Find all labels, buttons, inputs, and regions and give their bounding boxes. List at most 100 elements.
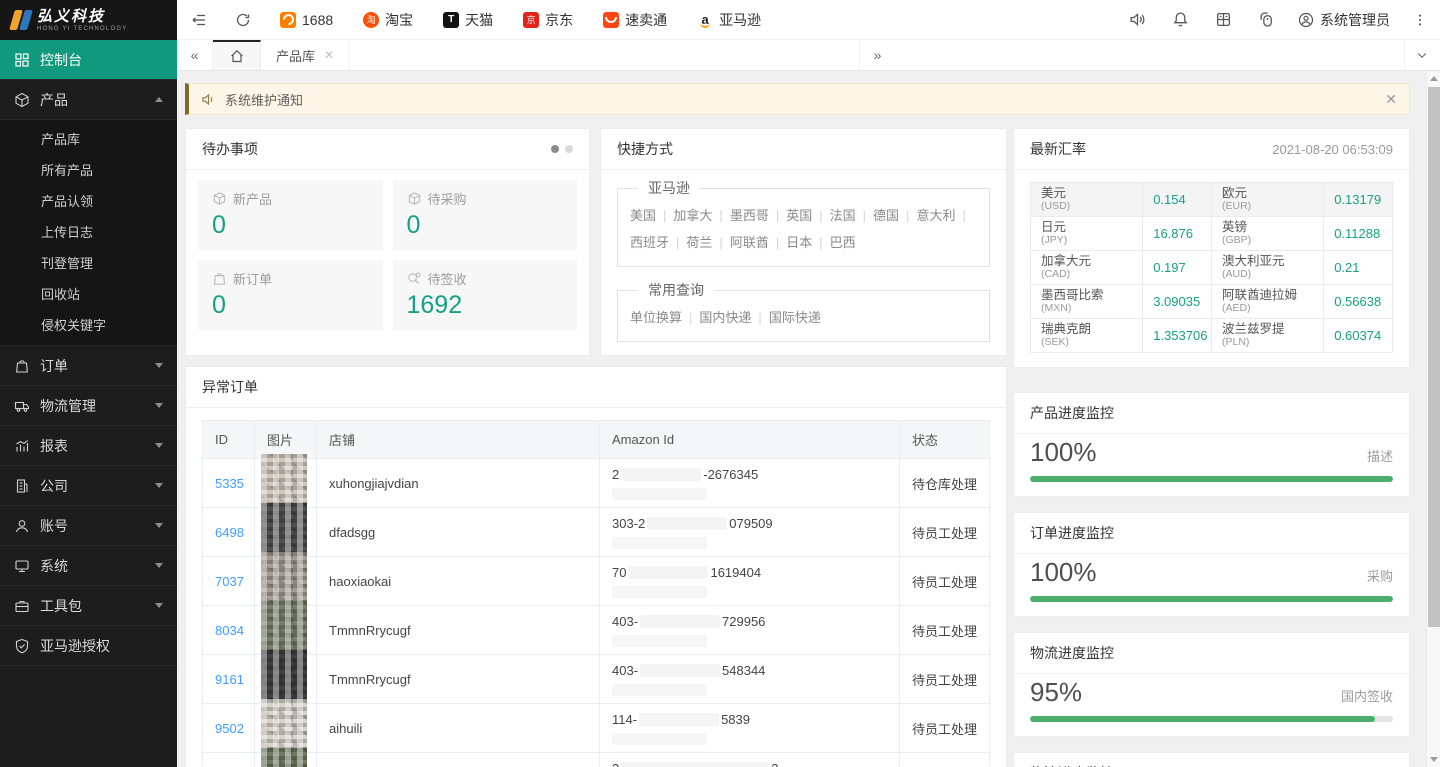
progress-percent: 95% xyxy=(1030,677,1082,708)
sidebar-item-product-library[interactable]: 产品库 xyxy=(0,124,177,155)
shortcut-link[interactable]: 西班牙 xyxy=(630,235,669,250)
sidebar-item-system[interactable]: 系统 xyxy=(0,546,177,586)
marketplace-link-1688[interactable]: 1688 xyxy=(265,0,348,40)
redacted-block xyxy=(639,713,719,726)
marketplace-link-amazon[interactable]: a 亚马逊 xyxy=(682,0,776,40)
currency-name: 英镑 xyxy=(1222,220,1313,234)
sidebar: 弘义科技 HONG YI TECHNOLOGY 控制台 产品 产品库 所有产品 … xyxy=(0,0,177,767)
shop-name: TmmnRrycugf xyxy=(329,672,411,687)
scrollbar-up-arrow-icon[interactable] xyxy=(1430,76,1438,81)
notifications-button[interactable] xyxy=(1159,0,1202,40)
shortcut-link[interactable]: 国内快递 xyxy=(699,310,751,325)
marketplace-label: 京东 xyxy=(545,10,573,30)
shortcut-link[interactable]: 国际快递 xyxy=(769,310,821,325)
shortcut-link[interactable]: 墨西哥 xyxy=(730,208,769,223)
todo-tile-to-receive[interactable]: 待签收 1692 xyxy=(393,260,578,330)
rate-value: 0.56638 xyxy=(1334,294,1381,309)
sidebar-collapse-button[interactable] xyxy=(177,0,221,40)
progress-bar xyxy=(1030,596,1393,602)
shortcut-link[interactable]: 加拿大 xyxy=(673,208,712,223)
user-menu[interactable]: 系统管理员 xyxy=(1288,0,1400,40)
sidebar-item-all-products[interactable]: 所有产品 xyxy=(0,155,177,186)
sidebar-item-logistics[interactable]: 物流管理 xyxy=(0,386,177,426)
sidebar-item-listing-management[interactable]: 刊登管理 xyxy=(0,248,177,279)
more-menu-button[interactable] xyxy=(1400,0,1440,40)
shortcut-link[interactable]: 意大利 xyxy=(916,208,955,223)
tab-product-library[interactable]: 产品库 ✕ xyxy=(261,40,350,70)
carousel-dot[interactable] xyxy=(565,145,573,153)
currency-code: (PLN) xyxy=(1222,336,1313,349)
shortcut-link[interactable]: 巴西 xyxy=(830,235,856,250)
speaker-icon xyxy=(201,92,216,107)
tabs-scroll-left-button[interactable]: « xyxy=(177,40,213,70)
sidebar-item-recycle-bin[interactable]: 回收站 xyxy=(0,279,177,310)
calculator-icon xyxy=(1215,11,1232,28)
refresh-button[interactable] xyxy=(221,0,265,40)
order-id-link[interactable]: 9161 xyxy=(215,672,244,687)
tabs-dropdown-button[interactable] xyxy=(1404,40,1440,70)
shop-name: dfadsgg xyxy=(329,525,375,540)
order-status: 待员工处理 xyxy=(912,526,977,541)
card-title: 订单进度监控 xyxy=(1030,523,1114,543)
tab-label: 产品库 xyxy=(276,46,315,65)
announcement-button[interactable] xyxy=(1116,0,1159,40)
toolkit-briefcase-icon xyxy=(14,598,30,614)
sidebar-item-product[interactable]: 产品 xyxy=(0,80,177,120)
rates-timestamp: 2021-08-20 06:53:09 xyxy=(1272,142,1393,157)
shortcut-link[interactable]: 荷兰 xyxy=(686,235,712,250)
sidebar-item-report[interactable]: 报表 xyxy=(0,426,177,466)
page-scrollbar[interactable] xyxy=(1426,71,1440,767)
progress-percent: 100% xyxy=(1030,437,1097,468)
rate-value: 0.13179 xyxy=(1334,192,1381,207)
sidebar-item-product-claim[interactable]: 产品认领 xyxy=(0,186,177,217)
marketplace-link-taobao[interactable]: 淘 淘宝 xyxy=(348,0,428,40)
shortcut-link[interactable]: 英国 xyxy=(786,208,812,223)
rate-row: 墨西哥比索(MXN) 3.09035 阿联酋迪拉姆(AED) 0.56638 xyxy=(1031,284,1393,318)
order-id-link[interactable]: 5335 xyxy=(215,476,244,491)
marketplace-label: 淘宝 xyxy=(385,10,413,30)
carousel-dot-active[interactable] xyxy=(551,145,559,153)
todo-tile-new-product[interactable]: 新产品 0 xyxy=(198,180,383,250)
currency-code: (USD) xyxy=(1041,200,1132,213)
table-row: 9993 TmmnRrycugf 33 待员工处理 xyxy=(203,753,990,767)
logistics-progress-card-international: 物流进度监控 96% 国际发货 xyxy=(1013,752,1410,767)
sidebar-item-upload-log[interactable]: 上传日志 xyxy=(0,217,177,248)
sidebar-item-account[interactable]: 账号 xyxy=(0,506,177,546)
separator: | xyxy=(712,235,729,250)
marketplace-link-aliexpress[interactable]: 速卖通 xyxy=(588,0,682,40)
tabs-scroll-right-button[interactable]: » xyxy=(859,40,895,70)
calculator-button[interactable] xyxy=(1202,0,1245,40)
order-id-link[interactable]: 7037 xyxy=(215,574,244,589)
shortcut-link[interactable]: 德国 xyxy=(873,208,899,223)
sidebar-item-amazon-auth[interactable]: 亚马逊授权 xyxy=(0,626,177,666)
tab-close-icon[interactable]: ✕ xyxy=(324,48,334,62)
marketplace-link-jd[interactable]: 京 京东 xyxy=(508,0,588,40)
order-id-link[interactable]: 9502 xyxy=(215,721,244,736)
sidebar-item-company[interactable]: 公司 xyxy=(0,466,177,506)
shortcut-link[interactable]: 阿联酋 xyxy=(730,235,769,250)
sidebar-item-infringing-keywords[interactable]: 侵权关键字 xyxy=(0,310,177,341)
order-id-link[interactable]: 8034 xyxy=(215,623,244,638)
tools-button[interactable] xyxy=(1245,0,1288,40)
exchange-rates-table: 美元(USD) 0.154 欧元(EUR) 0.13179 日元(JPY) 16… xyxy=(1030,182,1393,353)
shortcut-link[interactable]: 美国 xyxy=(630,208,656,223)
dashboard-icon xyxy=(14,52,30,68)
todo-tile-to-purchase[interactable]: 待采购 0 xyxy=(393,180,578,250)
notice-close-icon[interactable]: ✕ xyxy=(1385,91,1397,108)
todo-tile-new-order[interactable]: 新订单 0 xyxy=(198,260,383,330)
shortcut-link[interactable]: 单位换算 xyxy=(630,310,682,325)
scrollbar-down-arrow-icon[interactable] xyxy=(1430,757,1438,762)
tab-home[interactable] xyxy=(213,40,261,70)
shortcut-link[interactable]: 法国 xyxy=(830,208,856,223)
marketplace-link-tmall[interactable]: T 天猫 xyxy=(428,0,508,40)
sidebar-item-order[interactable]: 订单 xyxy=(0,346,177,386)
sidebar-item-console[interactable]: 控制台 xyxy=(0,40,177,80)
sidebar-item-toolkit[interactable]: 工具包 xyxy=(0,586,177,626)
shop-name: haoxiaokai xyxy=(329,574,391,589)
shop-name: xuhongjiajvdian xyxy=(329,476,419,491)
user-name: 系统管理员 xyxy=(1320,10,1390,30)
notice-text[interactable]: 系统维护通知 xyxy=(225,90,303,109)
shortcut-link[interactable]: 日本 xyxy=(786,235,812,250)
order-id-link[interactable]: 6498 xyxy=(215,525,244,540)
scrollbar-thumb[interactable] xyxy=(1428,87,1440,627)
